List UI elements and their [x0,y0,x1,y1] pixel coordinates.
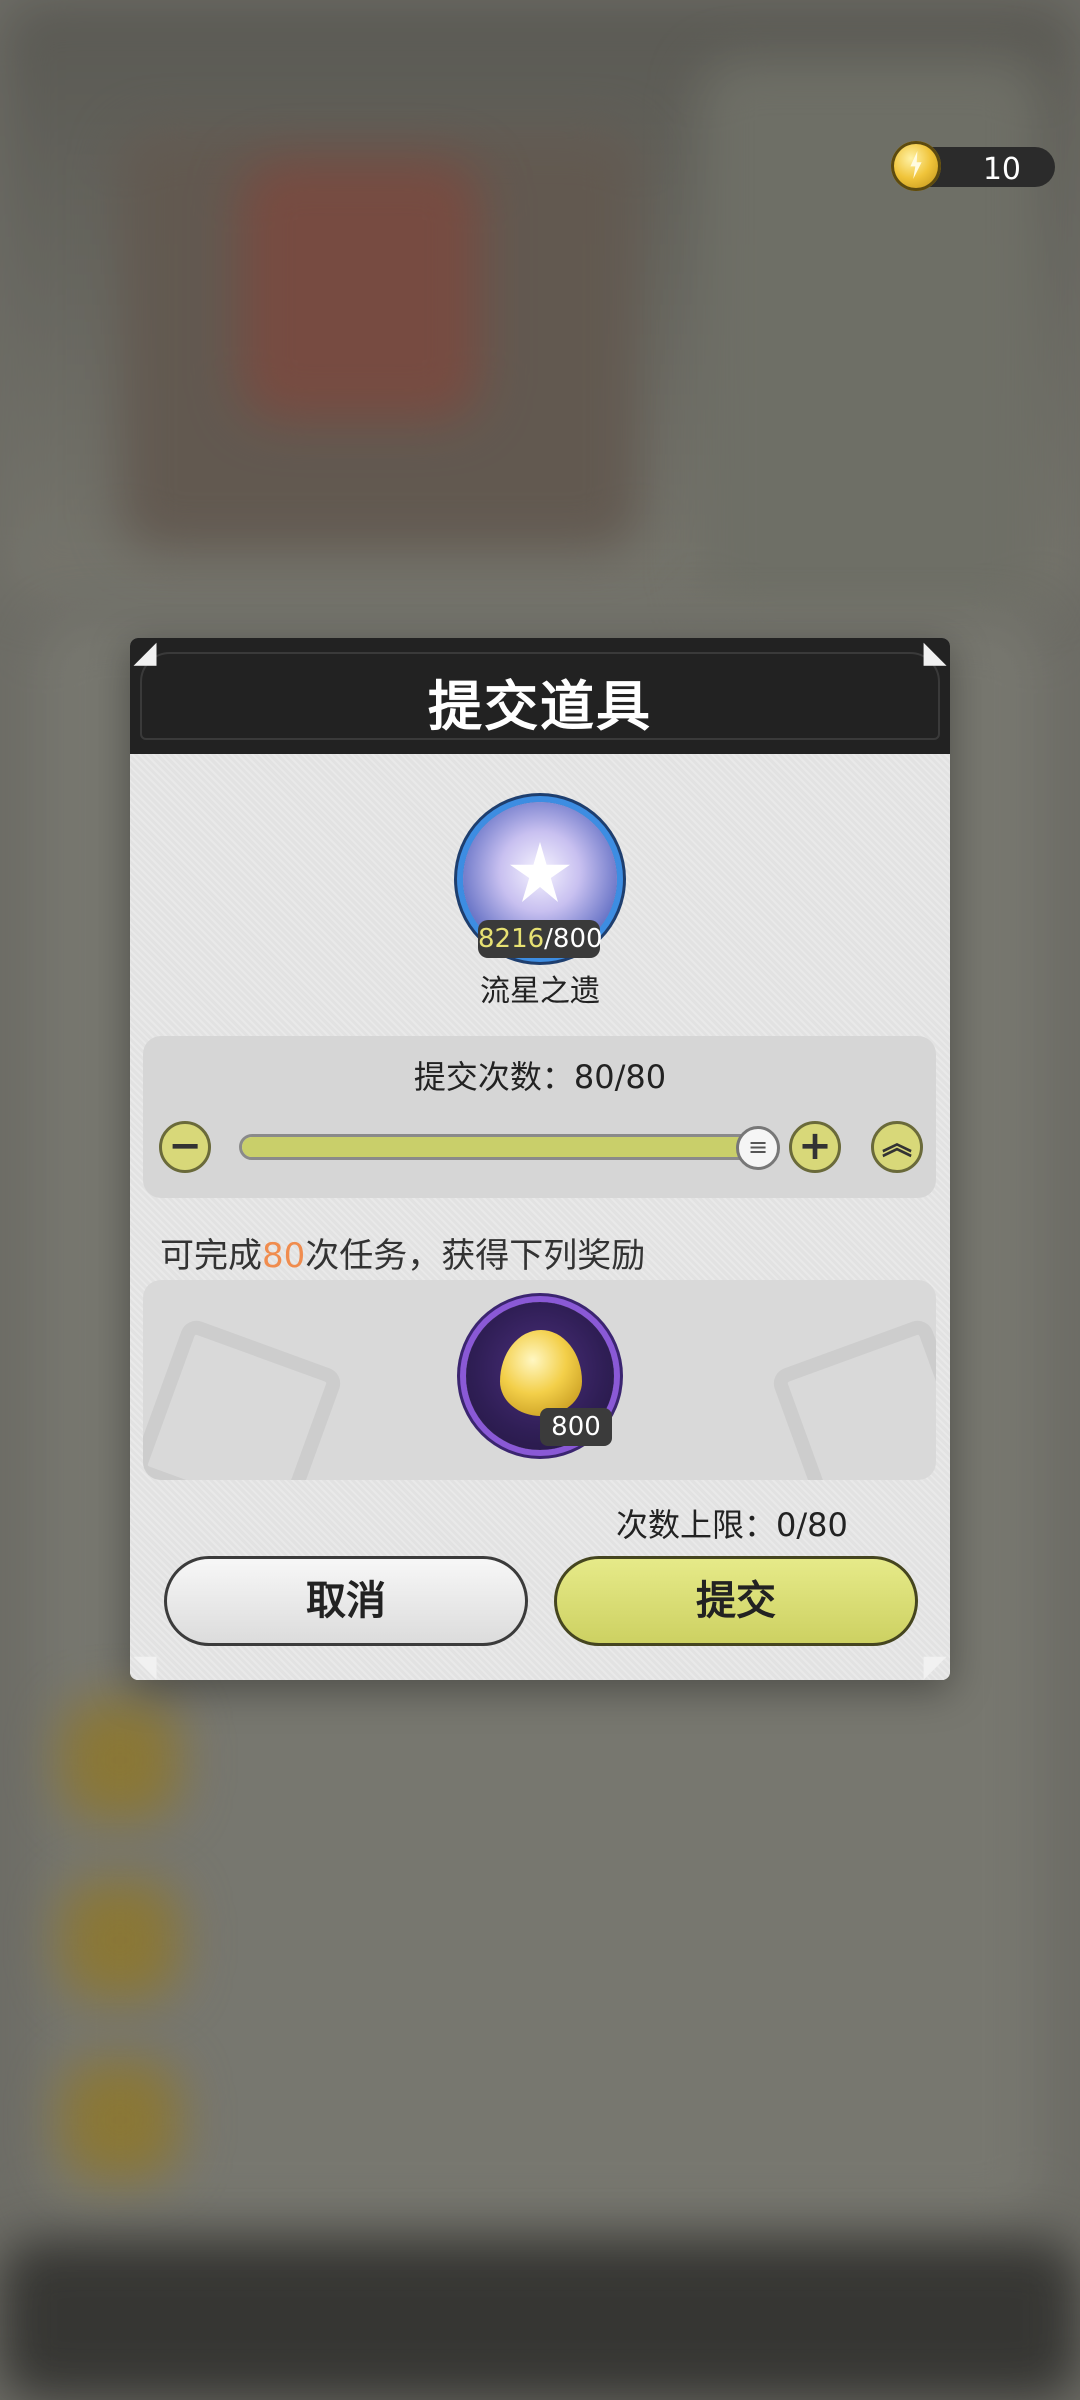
slider-fill [242,1137,758,1157]
task-reward-text: 可完成80次任务，获得下列奖励 [160,1228,645,1277]
task-text-prefix: 可完成 [160,1236,262,1276]
double-chevron-up-icon: ︽ [882,1127,912,1162]
task-text-suffix: 次任务，获得下列奖励 [305,1236,646,1276]
corner-ornament-icon: ◢ [133,635,157,670]
item-required: /800 [544,924,603,954]
lightning-coin-icon [891,141,941,191]
item-name: 流星之遗 [480,974,600,1009]
increase-button[interactable]: + [789,1121,841,1173]
currency-pill: 10 [891,141,1055,191]
count-slider[interactable] [239,1134,761,1160]
corner-ornament-icon: ◥ [133,1649,157,1684]
grip-lines-icon: ≡ [747,1133,769,1161]
slider-handle[interactable]: ≡ [736,1126,780,1170]
reward-count: 800 [540,1408,612,1446]
max-button[interactable]: ︽ [871,1121,923,1173]
item-owned-count: 8216/800 [478,920,603,958]
cancel-button[interactable]: 取消 [164,1556,528,1646]
item-owned: 8216 [478,924,545,954]
task-count-highlight: 80 [262,1236,306,1276]
gift-box-icon [769,1316,936,1480]
dialog-header: 提交道具 [130,638,950,754]
dialog-title: 提交道具 [428,675,652,738]
submit-count-label: 提交次数：80/80 [413,1058,667,1096]
corner-ornament-icon: ◣ [923,635,947,670]
gift-box-icon [143,1316,345,1480]
corner-ornament-icon: ◤ [923,1649,947,1684]
plus-icon: + [798,1123,832,1169]
submit-button[interactable]: 提交 [554,1556,918,1646]
currency-value: 10 [982,152,1021,187]
minus-icon: − [168,1123,202,1169]
count-limit-text: 次数上限：0/80 [616,1506,848,1544]
decrease-button[interactable]: − [159,1121,211,1173]
